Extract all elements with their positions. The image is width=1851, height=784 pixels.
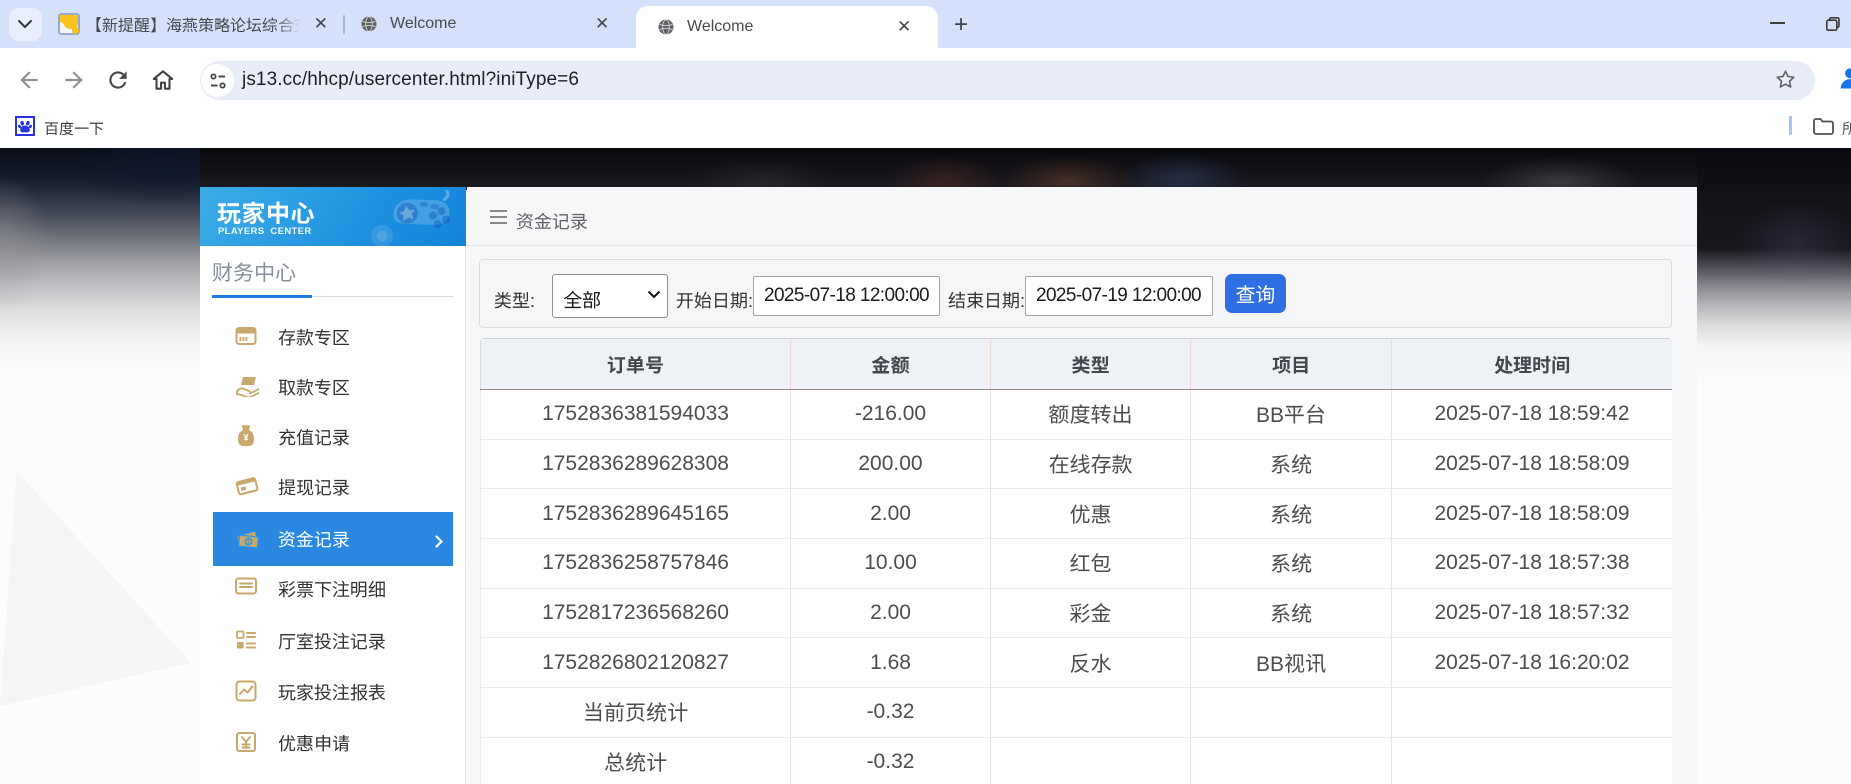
svg-text:¥: ¥ (243, 433, 248, 443)
